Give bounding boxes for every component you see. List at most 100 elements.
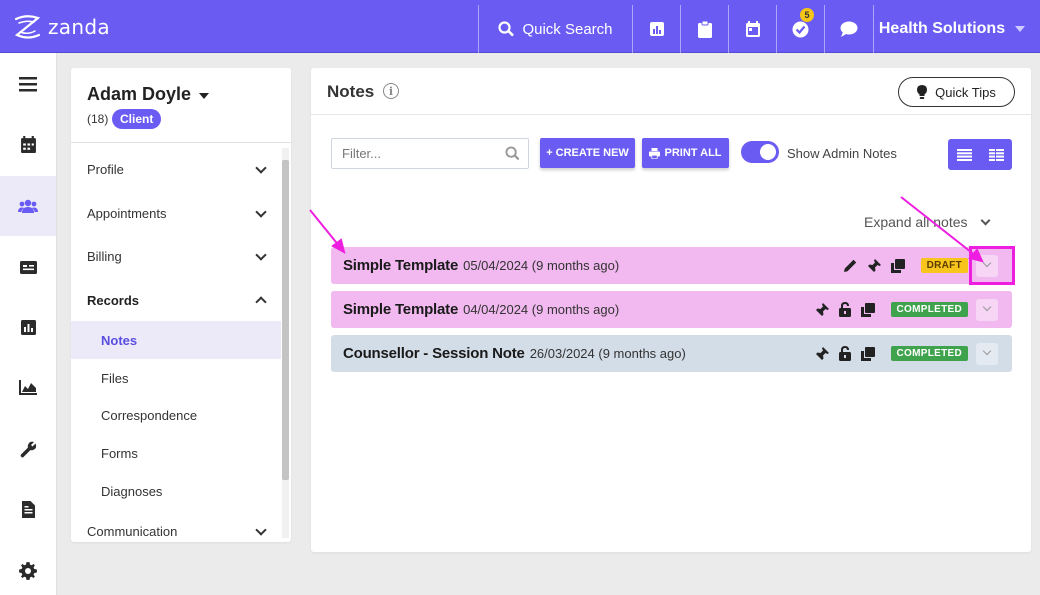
gear-icon [19, 562, 37, 580]
rail-settings[interactable] [0, 543, 56, 595]
note-expand-button[interactable] [976, 299, 998, 321]
area-chart-icon [19, 379, 37, 395]
hamburger-menu-icon [19, 76, 37, 91]
calendar-icon [20, 135, 36, 153]
list-view-button[interactable] [948, 139, 980, 170]
wrench-icon [20, 441, 36, 457]
show-admin-notes-toggle[interactable] [741, 141, 779, 163]
clipboard-button[interactable] [680, 5, 728, 53]
copy-icon[interactable] [860, 346, 875, 361]
unlock-icon[interactable] [838, 302, 851, 317]
table-view-icon [988, 148, 1004, 161]
divider [71, 142, 291, 143]
note-actions: DRAFT [843, 247, 968, 284]
rail-reports[interactable] [0, 299, 56, 355]
sidebar-item-label: Records [87, 292, 140, 308]
calendar-button[interactable] [728, 5, 776, 53]
document-icon [21, 500, 35, 518]
page-title: Notes [327, 82, 375, 101]
chevron-up-icon [255, 296, 267, 308]
bar-chart-icon [20, 319, 36, 335]
sidebar-item-notes[interactable]: Notes [71, 321, 281, 359]
chevron-down-icon [255, 524, 267, 536]
clipboard-icon [697, 20, 712, 38]
print-all-button[interactable]: PRINT ALL [642, 138, 729, 168]
status-badge: DRAFT [920, 258, 968, 273]
create-new-button[interactable]: + CREATE NEW [540, 138, 635, 168]
rail-analytics[interactable] [0, 359, 56, 415]
rail-calendar[interactable] [0, 116, 56, 172]
rail-billing[interactable] [0, 239, 56, 295]
left-nav-rail [0, 53, 57, 595]
note-expand-button[interactable] [976, 343, 998, 365]
sidebar-item-correspondence[interactable]: Correspondence [71, 396, 281, 434]
note-date: 26/03/2024 (9 months ago) [529, 346, 686, 361]
rail-clients[interactable] [0, 176, 56, 236]
info-icon[interactable]: i [383, 83, 399, 99]
tasks-count-badge: 5 [800, 8, 814, 22]
sidebar-item-communication[interactable]: Communication [71, 512, 281, 542]
note-row[interactable]: Simple Template 04/04/2024 (9 months ago… [331, 291, 1012, 328]
chevron-down-icon [980, 215, 990, 225]
org-switcher[interactable]: Health Solutions [873, 5, 1040, 53]
sidebar-item-label: Billing [87, 248, 122, 264]
copy-icon[interactable] [890, 258, 905, 273]
pin-icon[interactable] [815, 346, 829, 361]
note-actions: COMPLETED [815, 335, 968, 372]
copy-icon[interactable] [860, 302, 875, 317]
quick-search-button[interactable]: Quick Search [478, 5, 632, 53]
sidebar-item-label: Forms [101, 445, 138, 461]
note-row[interactable]: Simple Template 05/04/2024 (9 months ago… [331, 247, 1012, 284]
quick-tips-button[interactable]: Quick Tips [898, 77, 1015, 107]
caret-down-icon [199, 93, 210, 99]
sidebar-scrollbar-thumb[interactable] [282, 160, 289, 480]
unlock-icon[interactable] [838, 346, 851, 361]
top-bar: zanda Quick Search 5 Health Solutions [0, 0, 1040, 53]
calendar-icon [745, 21, 760, 37]
chevron-down-icon [255, 162, 267, 174]
sidebar-item-records[interactable]: Records [71, 281, 281, 319]
sidebar-item-files[interactable]: Files [71, 359, 281, 397]
filter-input[interactable] [331, 138, 529, 169]
zanda-logo[interactable]: zanda [12, 12, 110, 42]
client-name-dropdown[interactable]: Adam Doyle [87, 84, 210, 105]
sidebar-item-label: Correspondence [101, 407, 198, 423]
print-all-label: PRINT ALL [664, 147, 722, 159]
pin-icon[interactable] [815, 302, 829, 317]
sidebar-item-diagnoses[interactable]: Diagnoses [71, 472, 281, 510]
note-title: Simple Template [343, 301, 459, 318]
pin-icon[interactable] [867, 258, 881, 273]
brand-name: zanda [48, 15, 110, 39]
expand-all-label: Expand all notes [864, 214, 968, 230]
chevron-down-icon [255, 249, 267, 261]
report-chart-icon [649, 22, 664, 36]
messages-button[interactable] [824, 5, 873, 53]
sidebar-item-label: Appointments [87, 205, 167, 221]
grid-view-button[interactable] [980, 139, 1012, 170]
note-row[interactable]: Counsellor - Session Note 26/03/2024 (9 … [331, 335, 1012, 372]
zanda-logo-icon [14, 15, 41, 39]
rail-tools[interactable] [0, 421, 56, 477]
rail-menu[interactable] [0, 56, 56, 112]
annotation-highlight-box [969, 246, 1015, 285]
expand-all-notes-button[interactable]: Expand all notes [864, 214, 990, 230]
quick-tips-label: Quick Tips [935, 84, 996, 100]
client-type-badge: Client [112, 109, 162, 129]
client-record-count: (18) [87, 112, 109, 126]
status-badge: COMPLETED [890, 346, 968, 361]
check-circle-icon [792, 21, 809, 37]
notes-panel: Notes i Quick Tips + CREATE NEW PRINT AL… [311, 68, 1031, 552]
list-view-icon [956, 148, 972, 161]
pencil-icon[interactable] [843, 259, 857, 273]
sidebar-item-appointments[interactable]: Appointments [71, 194, 281, 232]
reports-button[interactable] [632, 5, 680, 53]
sidebar-item-billing[interactable]: Billing [71, 237, 281, 275]
tasks-button[interactable]: 5 [776, 5, 824, 53]
search-icon [505, 146, 520, 160]
sidebar-item-profile[interactable]: Profile [71, 150, 281, 188]
rail-documents[interactable] [0, 481, 56, 537]
chevron-down-icon [1015, 26, 1026, 32]
sidebar-item-forms[interactable]: Forms [71, 434, 281, 472]
view-mode-toggle [948, 139, 1012, 170]
note-actions: COMPLETED [815, 291, 968, 328]
